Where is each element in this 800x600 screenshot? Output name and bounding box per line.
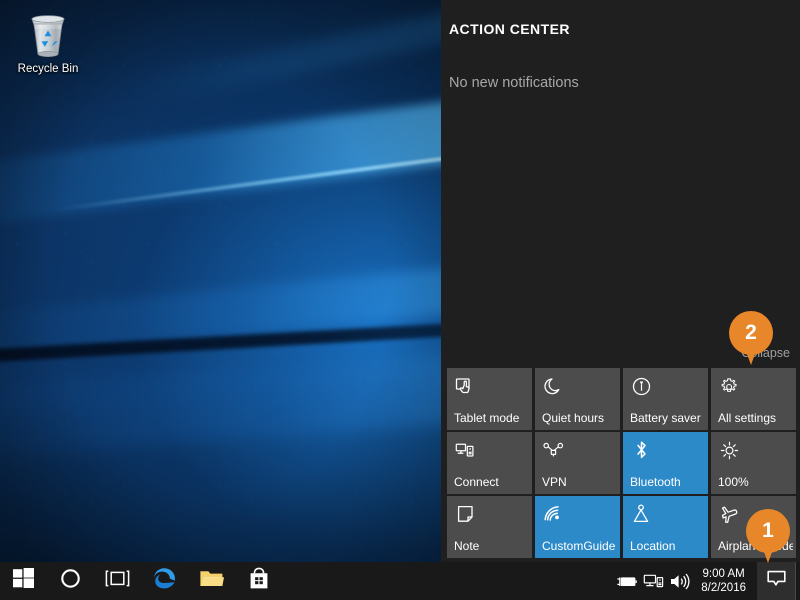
desktop-icon-recycle-bin[interactable]: Recycle Bin [8, 10, 88, 76]
quick-action-tablet-mode[interactable]: Tablet mode [447, 368, 532, 430]
file-explorer-button[interactable] [188, 562, 235, 600]
quick-action-label: Note [454, 539, 480, 553]
wallpaper-vignette [0, 0, 441, 562]
callout-marker-2: 2 [729, 311, 773, 365]
gear-icon [718, 375, 740, 397]
airplane-icon [718, 503, 740, 525]
quick-action-quiet-hours[interactable]: Quiet hours [535, 368, 620, 430]
quick-action-connect[interactable]: Connect [447, 432, 532, 494]
action-center-title: ACTION CENTER [449, 21, 570, 37]
no-notifications-message: No new notifications [449, 75, 579, 91]
notifications-area [441, 91, 800, 338]
battery-saver-icon [630, 375, 652, 397]
action-center-button[interactable] [757, 562, 795, 600]
quick-action-label: Quiet hours [542, 411, 605, 425]
bluetooth-icon [630, 439, 652, 461]
action-center-panel: ACTION CENTER No new notifications Colla… [441, 0, 800, 562]
quick-action-label: Location [630, 539, 676, 553]
volume-tray-icon[interactable] [666, 562, 692, 600]
edge-button[interactable] [141, 562, 188, 600]
clock[interactable]: 9:00 AM 8/2/2016 [692, 567, 757, 595]
clock-date: 8/2/2016 [701, 582, 746, 594]
quick-action-label: All settings [718, 411, 777, 425]
taskbar-buttons [0, 562, 282, 600]
location-icon [630, 503, 652, 525]
cortana-circle-icon [60, 568, 81, 594]
quick-action-brightness[interactable]: 100% [711, 432, 796, 494]
cortana-button[interactable] [47, 562, 94, 600]
connect-icon [454, 439, 476, 461]
windows-logo-icon [13, 568, 34, 594]
speech-bubble-icon [766, 569, 787, 593]
clock-time: 9:00 AM [702, 568, 745, 580]
quick-action-label: VPN [542, 475, 567, 489]
store-button[interactable] [235, 562, 282, 600]
taskbar: 9:00 AM 8/2/2016 [0, 562, 800, 600]
brightness-icon [718, 439, 740, 461]
quick-action-vpn[interactable]: VPN [535, 432, 620, 494]
task-view-icon [105, 569, 130, 593]
screen: Recycle Bin ACTION CENTER No new notific… [0, 0, 800, 600]
quick-action-wifi-customguide[interactable]: CustomGuide [535, 496, 620, 558]
callout-marker-1: 1 [746, 509, 790, 563]
quick-action-label: 100% [718, 475, 749, 489]
wifi-icon [542, 503, 564, 525]
quick-action-label: Bluetooth [630, 475, 681, 489]
quick-action-note[interactable]: Note [447, 496, 532, 558]
quick-action-battery-saver[interactable]: Battery saver [623, 368, 708, 430]
quick-action-bluetooth[interactable]: Bluetooth [623, 432, 708, 494]
network-tray-icon[interactable] [640, 562, 666, 600]
quick-action-label: Battery saver [630, 411, 701, 425]
recycle-bin-label: Recycle Bin [17, 63, 79, 75]
quick-action-label: CustomGuide [542, 539, 616, 553]
tablet-mode-icon [454, 375, 476, 397]
system-tray: 9:00 AM 8/2/2016 [614, 562, 800, 600]
battery-tray-icon[interactable] [614, 562, 640, 600]
quick-action-label: Tablet mode [454, 411, 520, 425]
desktop[interactable]: Recycle Bin [0, 0, 441, 562]
task-view-button[interactable] [94, 562, 141, 600]
recycle-bin-icon [25, 10, 71, 58]
note-icon [454, 503, 476, 525]
moon-icon [542, 375, 564, 397]
quick-action-location[interactable]: Location [623, 496, 708, 558]
vpn-icon [542, 439, 564, 461]
folder-icon [199, 568, 224, 594]
edge-icon [152, 566, 177, 596]
start-button[interactable] [0, 562, 47, 600]
show-desktop-button[interactable] [795, 562, 800, 600]
store-bag-icon [248, 567, 270, 595]
quick-action-all-settings[interactable]: All settings [711, 368, 796, 430]
quick-action-label: Connect [454, 475, 499, 489]
